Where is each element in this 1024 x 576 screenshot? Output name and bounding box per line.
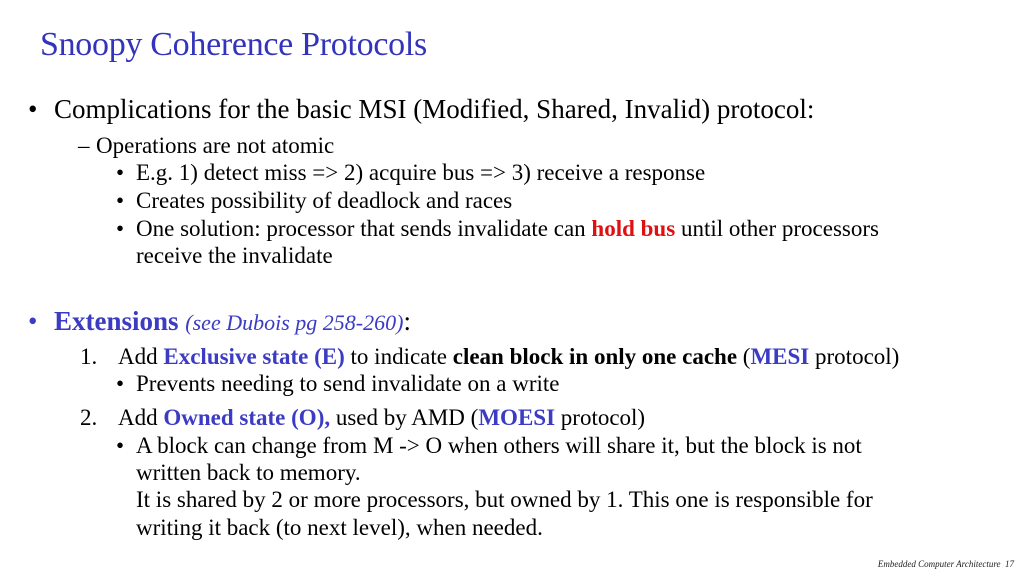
item-text: Prevents needing to send invalidate on a…	[136, 371, 560, 396]
item-text: Creates possibility of deadlock and race…	[136, 188, 513, 213]
extensions-title: Extensions	[54, 306, 179, 336]
list-item: • E.g. 1) detect miss => 2) acquire bus =…	[116, 160, 705, 186]
page-number: 17	[1005, 559, 1014, 569]
list-item: • A block can change from M -> O when oth…	[116, 433, 862, 459]
bullet: •	[116, 371, 125, 396]
protocol-text: protocol)	[809, 344, 900, 369]
list-item-solution: • One solution: processor that sends inva…	[116, 216, 879, 242]
exclusive-state: Exclusive state (E)	[163, 344, 345, 369]
item-continuation: It is shared by 2 or more processors, bu…	[136, 487, 873, 512]
open-paren: (	[737, 344, 751, 369]
item-number: 2.	[80, 405, 98, 430]
sub-text: Operations are not atomic	[96, 133, 335, 158]
list-item: • Creates possibility of deadlock and rac…	[116, 188, 512, 214]
add-text: Add	[118, 405, 164, 430]
hold-bus-highlight: hold bus	[591, 216, 676, 241]
solution-text-after: until other processors	[675, 216, 879, 241]
clean-block-text: clean block in only one cache	[452, 344, 738, 369]
mid-text: used by AMD (	[330, 405, 479, 430]
item-text: A block can change from M -> O when othe…	[136, 433, 862, 458]
add-text: Add	[118, 344, 164, 369]
mid-text: to indicate	[344, 344, 453, 369]
list-item: • Prevents needing to send invalidate on …	[116, 371, 559, 397]
bullet: •	[116, 433, 125, 458]
mesi-label: MESI	[750, 344, 810, 369]
extensions-heading: • Extensions (see Dubois pg 258-260):	[28, 306, 411, 337]
item-number: 1.	[80, 344, 98, 369]
bullet: •	[28, 306, 38, 336]
sub-point-not-atomic: – Operations are not atomic	[78, 133, 334, 159]
bullet: •	[116, 216, 125, 241]
complications-heading: • Complications for the basic MSI (Modifi…	[28, 94, 814, 125]
dubois-reference: (see Dubois pg 258-260)	[185, 310, 404, 335]
extension-item-2: 2. Add Owned state (O), used by AMD (MOES…	[80, 405, 645, 431]
bullet: •	[116, 188, 125, 213]
colon: :	[403, 306, 411, 336]
solution-text: One solution: processor that sends inval…	[136, 216, 592, 241]
bullet: •	[116, 160, 125, 185]
course-name: Embedded Computer Architecture	[877, 559, 1001, 569]
item-continuation: written back to memory.	[136, 460, 361, 485]
bullet: •	[28, 94, 38, 124]
extension-item-1: 1. Add Exclusive state (E) to indicate cl…	[80, 344, 899, 370]
protocol-text: protocol)	[555, 405, 646, 430]
item-text: E.g. 1) detect miss => 2) acquire bus =>…	[136, 160, 706, 185]
slide-title: Snoopy Coherence Protocols	[40, 26, 427, 63]
slide-footer: Embedded Computer Architecture 17	[878, 559, 1014, 569]
solution-continuation: receive the invalidate	[136, 243, 333, 268]
item-continuation: writing it back (to next level), when ne…	[136, 515, 543, 540]
dash-marker: –	[78, 133, 90, 158]
moesi-label: MOESI	[478, 405, 556, 430]
owned-state: Owned state (O),	[163, 405, 331, 430]
heading-text: Complications for the basic MSI (Modifie…	[54, 94, 815, 124]
